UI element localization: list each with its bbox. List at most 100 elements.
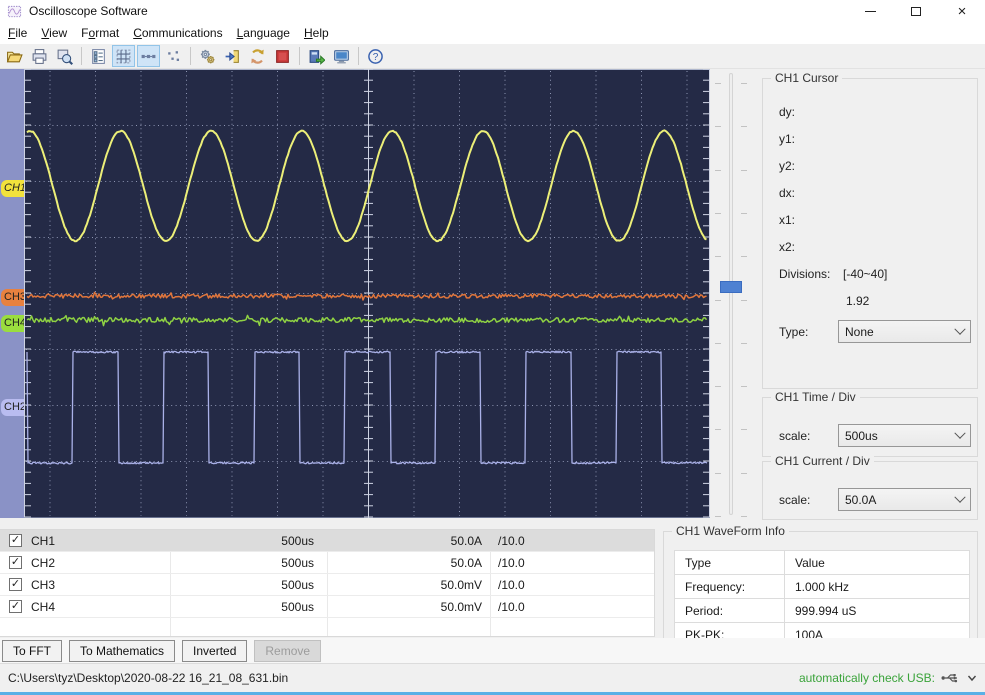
- slider-tick: [715, 213, 721, 214]
- slider-track[interactable]: [729, 73, 733, 515]
- channel-checkbox-ch4[interactable]: ✓: [9, 600, 22, 613]
- menu-item-view[interactable]: View: [34, 24, 74, 42]
- current-div-panel: CH1 Current / Div scale: 50.0A: [762, 454, 978, 520]
- action-button-row: To FFT To Mathematics Inverted Remove: [0, 638, 985, 663]
- toolbar-separator: [299, 47, 300, 65]
- print-preview-button[interactable]: [53, 45, 76, 67]
- current-div-title: CH1 Current / Div: [771, 454, 874, 468]
- info-row-value: 1.000 kHz: [784, 574, 970, 599]
- chevron-down-icon: [954, 427, 966, 439]
- slider-handle[interactable]: [720, 281, 742, 293]
- channel-name: CH2: [31, 555, 56, 570]
- channel-probe-ratio: /10.0: [498, 577, 525, 592]
- minimize-button[interactable]: [847, 0, 893, 22]
- slider-tick: [715, 300, 721, 301]
- grid-display-icon: [116, 49, 131, 63]
- current-scale-select[interactable]: 50.0A: [838, 488, 971, 511]
- status-bar: C:\Users\tyz\Desktop\2020-08-22 16_21_08…: [0, 663, 985, 692]
- slider-tick: [741, 473, 747, 474]
- channel-row-ch4[interactable]: ✓ CH4 500us 50.0mV/10.0: [0, 596, 654, 618]
- channel-name: CH1: [31, 533, 56, 548]
- grid-display-button[interactable]: [112, 45, 135, 67]
- cursor-type-value: None: [845, 324, 874, 339]
- dots-display-button[interactable]: [137, 45, 160, 67]
- waveform-info-title: CH1 WaveForm Info: [672, 524, 789, 538]
- title-bar: Oscilloscope Software ×: [0, 0, 985, 22]
- menu-item-language[interactable]: Language: [230, 24, 297, 42]
- channel-scale: 50.0A: [450, 555, 482, 570]
- cursor-field-x1: x1:: [779, 213, 796, 227]
- time-scale-select[interactable]: 500us: [838, 424, 971, 447]
- slider-tick: [715, 126, 721, 127]
- time-div-panel: CH1 Time / Div scale: 500us: [762, 390, 978, 457]
- slider-tick: [741, 386, 747, 387]
- menu-item-help[interactable]: Help: [297, 24, 336, 42]
- channel-table: ✓ CH1 500us 50.0A/10.0 ✓ CH2 500us 50.0A/10.0 ✓ C…: [0, 529, 655, 637]
- channel-label-gutter: CH1 CH3 CH4 CH2: [0, 69, 35, 518]
- divisions-range: [-40~40]: [843, 267, 888, 281]
- slider-tick: [741, 170, 747, 171]
- print-preview-icon: [57, 49, 73, 65]
- channel-row-ch3[interactable]: ✓ CH3 500us 50.0mV/10.0: [0, 574, 654, 596]
- slider-tick: [741, 256, 747, 257]
- to-fft-button[interactable]: To FFT: [2, 639, 62, 662]
- close-icon: ×: [957, 2, 967, 20]
- channel-row-ch1[interactable]: ✓ CH1 500us 50.0A/10.0: [0, 530, 654, 552]
- cursor-field-x2: x2:: [779, 240, 796, 254]
- chevron-down-icon[interactable]: [967, 673, 977, 683]
- connect-device-button[interactable]: [221, 45, 244, 67]
- channel-checkbox-ch1[interactable]: ✓: [9, 534, 22, 547]
- cursor-field-y1: y1:: [779, 132, 796, 146]
- print-button[interactable]: [28, 45, 51, 67]
- refresh-data-button[interactable]: [246, 45, 269, 67]
- channel-timebase: 500us: [281, 555, 314, 570]
- to-mathematics-button[interactable]: To Mathematics: [69, 639, 176, 662]
- help-button[interactable]: ?: [364, 45, 387, 67]
- channel-row-ch2[interactable]: ✓ CH2 500us 50.0A/10.0: [0, 552, 654, 574]
- menu-item-file[interactable]: File: [1, 24, 34, 42]
- current-scale-label: scale:: [779, 493, 811, 507]
- points-display-button[interactable]: [162, 45, 185, 67]
- trace-ch4: [26, 314, 708, 327]
- info-header-value: Value: [784, 550, 970, 575]
- slider-tick: [741, 213, 747, 214]
- channel-probe-ratio: /10.0: [498, 555, 525, 570]
- info-row-value: 999.994 uS: [784, 598, 970, 623]
- chevron-down-icon: [954, 323, 966, 335]
- usb-check-label: automatically check USB:: [798, 671, 935, 685]
- dots-display-icon: [141, 54, 156, 58]
- file-path-text: C:\Users\tyz\Desktop\2020-08-22 16_21_08…: [8, 671, 289, 685]
- oscilloscope-display: [24, 69, 710, 518]
- channel-checkbox-ch2[interactable]: ✓: [9, 556, 22, 569]
- device-monitor-button[interactable]: [330, 45, 353, 67]
- channel-probe-ratio: /10.0: [498, 599, 525, 614]
- stop-acquisition-icon: [276, 49, 289, 63]
- export-data-button[interactable]: [305, 45, 328, 67]
- help-icon: ?: [368, 48, 383, 64]
- open-file-icon: [6, 51, 23, 62]
- stop-acquisition-button[interactable]: [271, 45, 294, 67]
- trace-ch3: [26, 291, 707, 301]
- cursor-type-select[interactable]: None: [838, 320, 971, 343]
- slider-tick: [741, 300, 747, 301]
- channel-probe-ratio: /10.0: [498, 533, 525, 548]
- cursor-field-y2: y2:: [779, 159, 796, 173]
- divisions-value: 1.92: [846, 294, 870, 308]
- current-scale-value: 50.0A: [845, 492, 877, 507]
- menu-item-communications[interactable]: Communications: [126, 24, 229, 42]
- channel-timebase: 500us: [281, 599, 314, 614]
- maximize-button[interactable]: [893, 0, 939, 22]
- cursor-field-dy: dy:: [779, 105, 796, 119]
- window-title: Oscilloscope Software: [29, 4, 148, 18]
- slider-tick: [715, 516, 721, 517]
- app-icon: [7, 5, 22, 17]
- inverted-button[interactable]: Inverted: [182, 639, 248, 662]
- channel-checkbox-ch3[interactable]: ✓: [9, 578, 22, 591]
- settings-gears-button[interactable]: [196, 45, 219, 67]
- menu-item-format[interactable]: Format: [74, 24, 126, 42]
- open-file-button[interactable]: [3, 45, 26, 67]
- channel-list-button[interactable]: [87, 45, 110, 67]
- cursor-type-label: Type:: [779, 325, 809, 339]
- close-button[interactable]: ×: [939, 0, 985, 22]
- time-scale-value: 500us: [845, 428, 878, 443]
